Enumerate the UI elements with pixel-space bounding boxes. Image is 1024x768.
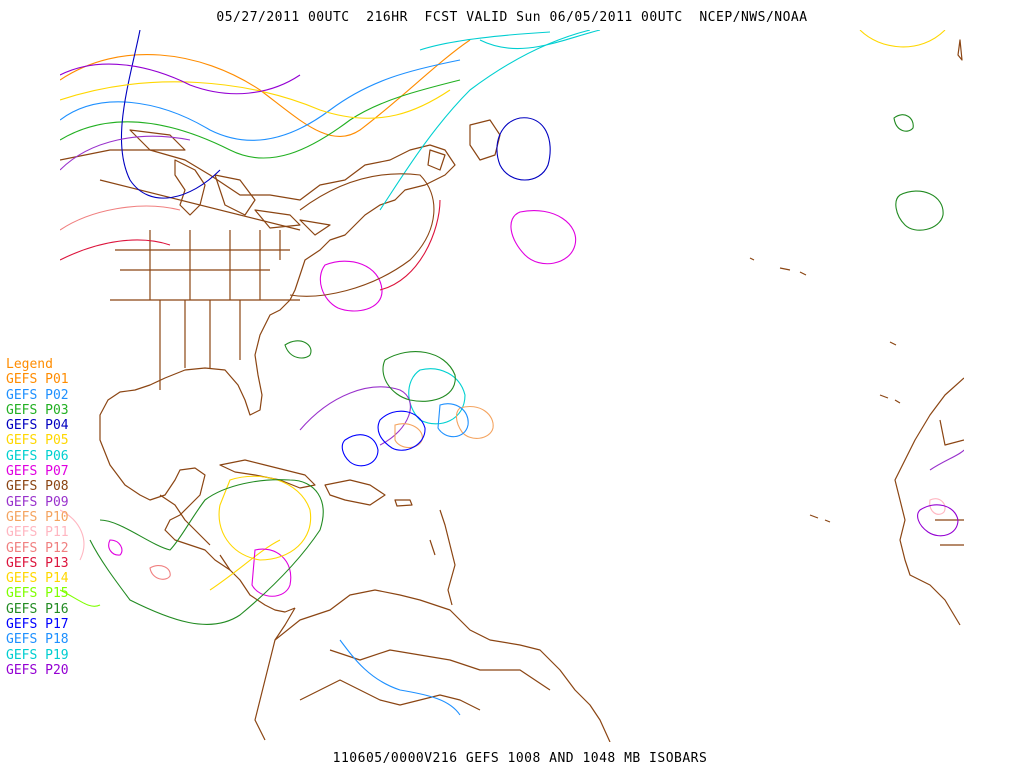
isobar-p05 [60, 30, 946, 591]
isobar-p17 [341, 410, 426, 467]
legend-item: GEFS P18 [6, 632, 69, 648]
great-lakes [129, 129, 331, 236]
legend-item: GEFS P06 [6, 448, 69, 464]
puerto-rico-and-antilles [394, 499, 456, 606]
legend-item: GEFS P17 [6, 617, 69, 633]
ensemble-isobar-map [60, 30, 964, 742]
isobar-p02 [60, 59, 461, 141]
legend-item: GEFS P03 [6, 402, 69, 418]
legend-item: GEFS P08 [6, 479, 69, 495]
isobar-p09 [60, 135, 964, 471]
us-state-borders [99, 179, 301, 390]
hispaniola-island [324, 479, 386, 506]
coastline-layer [60, 39, 964, 742]
south-america-coastline [274, 589, 611, 742]
map-header-title: 05/27/2011 00UTC 216HR FCST VALID Sun 06… [216, 10, 808, 25]
legend-items: GEFS P01 GEFS P02 GEFS P03 GEFS P04 GEFS P05… [6, 372, 116, 678]
isobar-contour-layer [60, 30, 964, 716]
north-america-coastline [60, 144, 456, 613]
legend-item: GEFS P19 [6, 647, 69, 663]
legend-item: GEFS P13 [6, 555, 69, 571]
cuba-island [219, 459, 316, 489]
greenland-and-atlantic-canada [427, 39, 963, 171]
legend-item: GEFS P09 [6, 494, 69, 510]
isobar-p06 [379, 30, 591, 425]
map-footer-caption: 110605/0000V216 GEFS 1008 AND 1048 MB IS… [332, 751, 708, 766]
canary-and-cape-verde-islands [749, 257, 901, 523]
legend-item: GEFS P12 [6, 540, 69, 556]
legend-title: Legend [6, 357, 53, 372]
legend-item: GEFS P11 [6, 525, 69, 541]
central-america [159, 494, 296, 741]
legend-item: GEFS P14 [6, 571, 69, 587]
legend-item: GEFS P16 [6, 601, 69, 617]
isobar-p14 [218, 475, 312, 561]
isobar-p11 [60, 498, 946, 561]
legend-item: GEFS P07 [6, 464, 69, 480]
legend-item: GEFS P02 [6, 387, 69, 403]
isobar-p19 [419, 30, 601, 51]
legend-item: GEFS P15 [6, 586, 69, 602]
legend-item: GEFS P05 [6, 433, 69, 449]
legend-item: GEFS P04 [6, 418, 69, 434]
legend-item: GEFS P01 [6, 372, 69, 388]
legend-item: GEFS P10 [6, 509, 69, 525]
legend-item: GEFS P20 [6, 662, 69, 678]
isobar-p08 [289, 173, 435, 297]
ensemble-legend: Legend GEFS P01 GEFS P02 GEFS P03 GEFS P04 G… [6, 357, 116, 678]
